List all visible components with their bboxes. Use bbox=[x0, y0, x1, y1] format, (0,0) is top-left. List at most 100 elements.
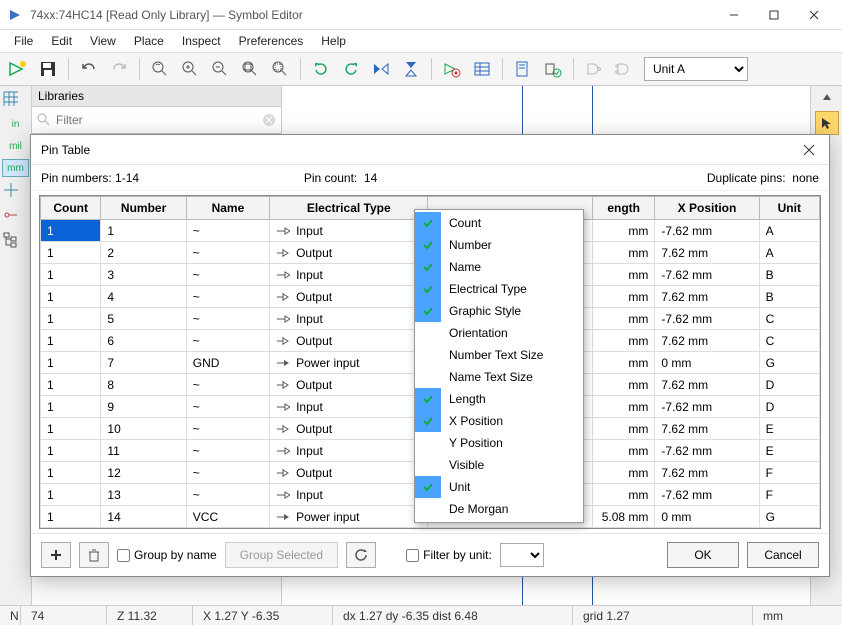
properties-icon[interactable] bbox=[438, 55, 466, 83]
unit-selector[interactable]: Unit A bbox=[644, 57, 748, 81]
cell-xpos[interactable]: -7.62 mm bbox=[655, 308, 759, 330]
cell-name[interactable]: ~ bbox=[186, 418, 269, 440]
cell-length[interactable]: 5.08 mm bbox=[592, 506, 654, 528]
cell-number[interactable]: 13 bbox=[101, 484, 186, 506]
cell-count[interactable]: 1 bbox=[41, 440, 101, 462]
add-button[interactable] bbox=[41, 542, 71, 568]
cell-etype[interactable]: Input bbox=[270, 264, 428, 286]
cell-unit[interactable]: C bbox=[759, 308, 819, 330]
cell-name[interactable]: GND bbox=[186, 352, 269, 374]
cell-length[interactable]: mm bbox=[592, 484, 654, 506]
cell-length[interactable]: mm bbox=[592, 286, 654, 308]
clear-filter-icon[interactable] bbox=[261, 112, 277, 128]
cell-number[interactable]: 12 bbox=[101, 462, 186, 484]
cell-xpos[interactable]: -7.62 mm bbox=[655, 264, 759, 286]
menu-inspect[interactable]: Inspect bbox=[174, 32, 229, 50]
col-count[interactable]: Count bbox=[41, 197, 101, 220]
cell-name[interactable]: ~ bbox=[186, 308, 269, 330]
cell-unit[interactable]: A bbox=[759, 242, 819, 264]
cell-name[interactable]: ~ bbox=[186, 484, 269, 506]
cell-etype[interactable]: Output bbox=[270, 374, 428, 396]
ctx-item[interactable]: Visible bbox=[415, 454, 583, 476]
cell-unit[interactable]: D bbox=[759, 396, 819, 418]
cell-length[interactable]: mm bbox=[592, 264, 654, 286]
col-etype[interactable]: Electrical Type bbox=[270, 197, 428, 220]
cell-xpos[interactable]: 7.62 mm bbox=[655, 286, 759, 308]
cell-length[interactable]: mm bbox=[592, 330, 654, 352]
cell-count[interactable]: 1 bbox=[41, 418, 101, 440]
cell-length[interactable]: mm bbox=[592, 374, 654, 396]
minimize-button[interactable] bbox=[714, 1, 754, 29]
cell-unit[interactable]: A bbox=[759, 220, 819, 242]
cell-unit[interactable]: E bbox=[759, 440, 819, 462]
filter-by-unit-checkbox[interactable]: Filter by unit: bbox=[406, 548, 492, 562]
cell-unit[interactable]: G bbox=[759, 506, 819, 528]
filter-unit-select[interactable] bbox=[500, 543, 544, 567]
col-number[interactable]: Number bbox=[101, 197, 186, 220]
cell-name[interactable]: ~ bbox=[186, 374, 269, 396]
cell-xpos[interactable]: -7.62 mm bbox=[655, 440, 759, 462]
rotate-ccw-icon[interactable] bbox=[307, 55, 335, 83]
cell-number[interactable]: 7 bbox=[101, 352, 186, 374]
ctx-item[interactable]: Number Text Size bbox=[415, 344, 583, 366]
cell-etype[interactable]: Output bbox=[270, 418, 428, 440]
ctx-item[interactable]: Name Text Size bbox=[415, 366, 583, 388]
ctx-item[interactable]: Electrical Type bbox=[415, 278, 583, 300]
menu-help[interactable]: Help bbox=[313, 32, 354, 50]
cell-name[interactable]: ~ bbox=[186, 396, 269, 418]
zoom-in-icon[interactable] bbox=[176, 55, 204, 83]
menu-view[interactable]: View bbox=[82, 32, 124, 50]
new-symbol-icon[interactable] bbox=[4, 55, 32, 83]
cell-etype[interactable]: Input bbox=[270, 308, 428, 330]
cell-unit[interactable]: B bbox=[759, 264, 819, 286]
mm-badge[interactable]: mm bbox=[2, 159, 29, 177]
delete-button[interactable] bbox=[79, 542, 109, 568]
cell-count[interactable]: 1 bbox=[41, 242, 101, 264]
undo-icon[interactable] bbox=[75, 55, 103, 83]
cell-number[interactable]: 11 bbox=[101, 440, 186, 462]
cell-count[interactable]: 1 bbox=[41, 352, 101, 374]
ctx-item[interactable]: Count bbox=[415, 212, 583, 234]
cell-count[interactable]: 1 bbox=[41, 264, 101, 286]
cell-count[interactable]: 1 bbox=[41, 330, 101, 352]
cell-count[interactable]: 1 bbox=[41, 484, 101, 506]
ok-button[interactable]: OK bbox=[667, 542, 739, 568]
cell-unit[interactable]: F bbox=[759, 484, 819, 506]
redo-icon[interactable] bbox=[105, 55, 133, 83]
cursor-shape-icon[interactable] bbox=[2, 181, 29, 202]
cell-etype[interactable]: Output bbox=[270, 330, 428, 352]
cell-length[interactable]: mm bbox=[592, 440, 654, 462]
cell-etype[interactable]: Input bbox=[270, 440, 428, 462]
ctx-item[interactable]: Graphic Style bbox=[415, 300, 583, 322]
col-xpos[interactable]: X Position bbox=[655, 197, 759, 220]
filter-input[interactable] bbox=[54, 111, 261, 129]
mil-badge[interactable]: mil bbox=[2, 137, 29, 155]
cell-count[interactable]: 1 bbox=[41, 396, 101, 418]
cell-unit[interactable]: F bbox=[759, 462, 819, 484]
col-name[interactable]: Name bbox=[186, 197, 269, 220]
close-button[interactable] bbox=[794, 1, 834, 29]
cancel-button[interactable]: Cancel bbox=[747, 542, 819, 568]
ctx-item[interactable]: X Position bbox=[415, 410, 583, 432]
group-selected-button[interactable]: Group Selected bbox=[225, 542, 338, 568]
ctx-item[interactable]: Y Position bbox=[415, 432, 583, 454]
cell-xpos[interactable]: 7.62 mm bbox=[655, 330, 759, 352]
cell-xpos[interactable]: 7.62 mm bbox=[655, 418, 759, 440]
cell-count[interactable]: 1 bbox=[41, 462, 101, 484]
menu-preferences[interactable]: Preferences bbox=[231, 32, 312, 50]
demorgan-std-icon[interactable] bbox=[580, 55, 608, 83]
cell-etype[interactable]: Output bbox=[270, 462, 428, 484]
ctx-item[interactable]: Length bbox=[415, 388, 583, 410]
zoom-fit-icon[interactable] bbox=[236, 55, 264, 83]
cell-length[interactable]: mm bbox=[592, 352, 654, 374]
cell-unit[interactable]: B bbox=[759, 286, 819, 308]
col-unit[interactable]: Unit bbox=[759, 197, 819, 220]
cell-name[interactable]: ~ bbox=[186, 440, 269, 462]
tree-icon[interactable] bbox=[2, 231, 29, 252]
cell-name[interactable]: ~ bbox=[186, 242, 269, 264]
cell-etype[interactable]: Input bbox=[270, 220, 428, 242]
menu-file[interactable]: File bbox=[6, 32, 41, 50]
cell-length[interactable]: mm bbox=[592, 242, 654, 264]
cell-number[interactable]: 14 bbox=[101, 506, 186, 528]
cell-count[interactable]: 1 bbox=[41, 308, 101, 330]
